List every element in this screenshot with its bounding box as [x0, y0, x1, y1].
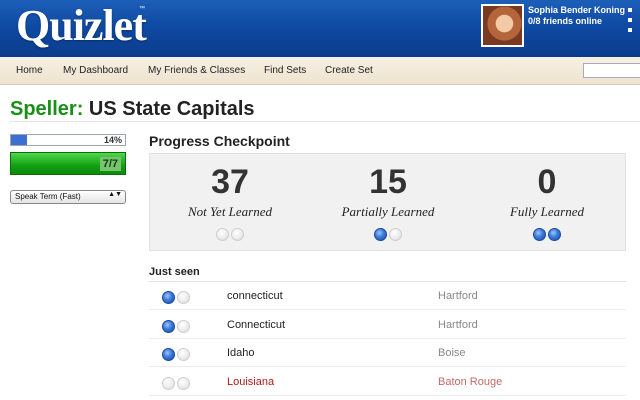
progress-dot-filled-icon	[162, 348, 175, 362]
nav-find-sets[interactable]: Find Sets	[264, 65, 306, 76]
score-bar: 7/7	[10, 152, 126, 175]
user-name[interactable]: Sophia Bender Koning	[528, 5, 625, 15]
term-text: Connecticut	[227, 318, 286, 331]
progress-bar: 14%	[10, 134, 126, 146]
quizlet-logo[interactable]: Quizlet	[16, 0, 147, 51]
stat-dots	[150, 226, 310, 242]
more-menu-icon[interactable]	[628, 8, 636, 38]
progress-bar-fill	[11, 135, 27, 145]
select-arrows-icon: ▲▼	[108, 191, 122, 198]
list-item: connecticut Hartford	[149, 282, 626, 310]
stat-label: Not Yet Learned	[187, 204, 273, 219]
stat-fully-learned: 0 Fully Learned	[467, 162, 627, 242]
progress-percent: 14%	[103, 135, 122, 145]
list-item: Louisiana Baton Rouge	[149, 368, 626, 396]
nav-my-dashboard[interactable]: My Dashboard	[63, 65, 128, 76]
nav-create-set[interactable]: Create Set	[325, 65, 373, 76]
progress-dot-empty-icon	[177, 291, 190, 305]
friends-online[interactable]: 0/8 friends online	[528, 16, 602, 26]
page-title-label: Speller:	[10, 98, 84, 120]
stat-value: 37	[211, 163, 249, 201]
progress-dot-filled-icon	[162, 291, 175, 305]
definition-text: Boise	[438, 347, 466, 359]
list-item: Idaho Boise	[149, 339, 626, 367]
stat-partially-learned: 15 Partially Learned	[308, 162, 468, 242]
main-nav: Home My Dashboard My Friends & Classes F…	[0, 57, 640, 85]
avatar[interactable]	[481, 4, 524, 47]
trademark-symbol: ™	[139, 6, 145, 12]
progress-dot-filled-icon	[548, 228, 561, 242]
speak-mode-value: Speak Term (Fast)	[15, 192, 81, 201]
stat-label: Partially Learned	[341, 204, 435, 219]
stat-value: 0	[537, 163, 557, 201]
nav-home[interactable]: Home	[16, 65, 43, 76]
just-seen-title: Just seen	[149, 266, 200, 278]
progress-dot-filled-icon	[162, 319, 175, 333]
definition-text: Hartford	[438, 290, 478, 302]
row-dots	[161, 346, 191, 364]
progress-dot-empty-icon	[389, 228, 402, 242]
stat-dots	[467, 226, 627, 242]
page-title: Speller: US State Capitals	[10, 98, 255, 121]
stat-not-yet-learned: 37 Not Yet Learned	[150, 162, 310, 242]
title-divider	[10, 121, 640, 122]
checkpoint-panel: 37 Not Yet Learned 15 Partially Learned …	[149, 153, 626, 251]
page-title-text: US State Capitals	[88, 98, 255, 120]
term-text: connecticut	[227, 290, 283, 302]
list-item: Connecticut Hartford	[149, 311, 626, 339]
progress-dot-empty-icon	[177, 376, 190, 390]
speak-mode-select[interactable]: Speak Term (Fast) ▲▼	[10, 190, 126, 204]
row-dots	[161, 318, 191, 336]
progress-dot-empty-icon	[231, 228, 244, 242]
row-dots	[161, 289, 191, 307]
progress-dot-empty-icon	[162, 376, 175, 390]
nav-my-friends-classes[interactable]: My Friends & Classes	[148, 65, 245, 76]
stat-label: Fully Learned	[509, 204, 584, 219]
stat-value: 15	[369, 163, 407, 201]
term-text: Louisiana	[227, 375, 275, 388]
score-text: 7/7	[99, 157, 121, 171]
progress-dot-empty-icon	[216, 228, 229, 242]
progress-dot-empty-icon	[177, 319, 190, 333]
term-text: Idaho	[227, 347, 255, 359]
progress-dot-empty-icon	[177, 348, 190, 362]
stat-dots	[308, 226, 468, 242]
definition-text: Baton Rouge	[438, 375, 503, 388]
search-input[interactable]	[583, 63, 640, 78]
progress-dot-filled-icon	[533, 228, 546, 242]
top-header: Quizlet ™ Sophia Bender Koning 0/8 frien…	[0, 0, 640, 57]
checkpoint-title: Progress Checkpoint	[149, 133, 290, 149]
row-dots	[161, 375, 191, 393]
definition-text: Hartford	[438, 318, 478, 331]
progress-dot-filled-icon	[374, 228, 387, 242]
